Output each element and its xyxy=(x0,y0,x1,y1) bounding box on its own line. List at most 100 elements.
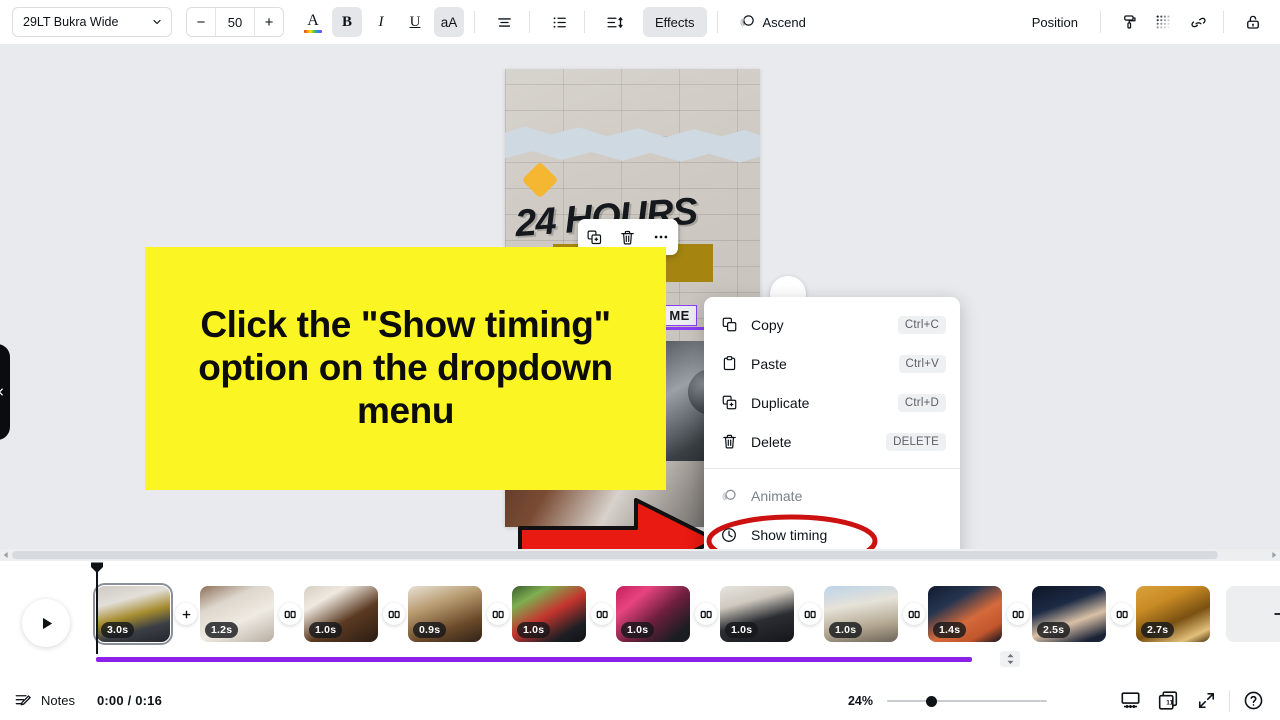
menu-shortcut-duplicate: Ctrl+D xyxy=(897,393,946,412)
transition-button[interactable] xyxy=(799,603,821,625)
transition-button[interactable] xyxy=(383,603,405,625)
timeline-clip[interactable]: 1.0s xyxy=(304,586,378,642)
notes-label: Notes xyxy=(41,693,75,708)
list-button[interactable] xyxy=(544,7,574,37)
font-size-decrease-button[interactable]: − xyxy=(187,8,215,36)
line-spacing-button[interactable] xyxy=(599,7,629,37)
menu-label-copy: Copy xyxy=(751,316,784,333)
effects-button[interactable]: Effects xyxy=(643,7,707,37)
toolbar-divider-1 xyxy=(474,11,475,33)
scroll-left-arrow[interactable] xyxy=(0,549,12,561)
present-icon xyxy=(1120,692,1140,709)
timeline-clip[interactable]: 1.4s xyxy=(928,586,1002,642)
font-family-value: 29LT Bukra Wide xyxy=(23,15,119,29)
timeline-progress-bar[interactable] xyxy=(96,657,972,662)
text-align-button[interactable] xyxy=(489,7,519,37)
letter-case-label: aA xyxy=(440,14,458,30)
transition-button[interactable] xyxy=(487,603,509,625)
menu-item-copy[interactable]: Copy Ctrl+C xyxy=(704,305,960,344)
canvas-horizontal-scrollbar[interactable] xyxy=(0,549,1280,561)
duplicate-element-button[interactable] xyxy=(584,226,606,248)
animate-button[interactable]: Ascend xyxy=(728,7,816,37)
paste-icon xyxy=(718,353,740,375)
font-family-select[interactable]: 29LT Bukra Wide xyxy=(12,7,172,37)
menu-item-duplicate[interactable]: Duplicate Ctrl+D xyxy=(704,383,960,422)
playhead-marker[interactable] xyxy=(90,561,104,574)
pages-button[interactable]: 11 xyxy=(1155,688,1181,714)
timeline-clip[interactable]: 0.9s xyxy=(408,586,482,642)
scrollbar-thumb[interactable] xyxy=(12,551,1218,559)
timeline-clip[interactable]: 2.5s xyxy=(1032,586,1106,642)
italic-button[interactable]: I xyxy=(366,7,396,37)
transition-button[interactable] xyxy=(1007,603,1029,625)
timeline-clip[interactable]: 2.7s xyxy=(1136,586,1210,642)
menu-label-delete: Delete xyxy=(751,433,792,450)
timeline-clip[interactable]: 3.0s xyxy=(93,583,173,645)
transparency-icon xyxy=(1156,15,1170,29)
underline-button[interactable]: U xyxy=(400,7,430,37)
zoom-slider-knob[interactable] xyxy=(926,695,937,707)
toolbar-divider-2 xyxy=(529,11,530,33)
letter-case-button[interactable]: aA xyxy=(434,7,464,37)
delete-element-button[interactable] xyxy=(617,226,639,248)
play-button[interactable] xyxy=(22,599,70,647)
menu-item-show-timing[interactable]: Show timing xyxy=(704,515,960,549)
present-button[interactable] xyxy=(1117,688,1143,714)
copy-style-button[interactable] xyxy=(1115,7,1145,37)
transition-icon xyxy=(1116,610,1128,618)
text-color-button[interactable]: A xyxy=(298,7,328,37)
chevron-left-icon xyxy=(0,388,3,396)
timeline-clip[interactable]: 1.0s xyxy=(720,586,794,642)
clip-duration: 0.9s xyxy=(413,622,447,638)
plus-icon xyxy=(182,610,190,618)
fullscreen-button[interactable] xyxy=(1193,688,1219,714)
transition-icon xyxy=(700,610,712,618)
transition-button[interactable] xyxy=(695,603,717,625)
add-page-button[interactable] xyxy=(1226,586,1280,642)
transparency-button[interactable] xyxy=(1149,7,1179,37)
lock-icon xyxy=(1247,15,1259,29)
collapse-sidebar-handle[interactable] xyxy=(0,344,10,440)
transition-button[interactable] xyxy=(279,603,301,625)
help-icon xyxy=(1244,691,1262,710)
align-center-icon xyxy=(497,17,511,27)
clip-duration: 1.0s xyxy=(829,622,863,638)
pages-icon: 11 xyxy=(1158,691,1178,710)
add-clip-between-button[interactable] xyxy=(175,603,197,625)
menu-item-delete[interactable]: Delete DELETE xyxy=(704,422,960,461)
position-button[interactable]: Position xyxy=(1020,7,1090,37)
timeline-clip[interactable]: 1.0s xyxy=(512,586,586,642)
animate-icon xyxy=(739,15,754,27)
menu-label-show-timing: Show timing xyxy=(751,526,828,543)
instruction-callout: Click the "Show timing" option on the dr… xyxy=(145,247,666,490)
more-options-button[interactable] xyxy=(650,226,672,248)
transition-button[interactable] xyxy=(903,603,925,625)
font-size-input[interactable]: 50 xyxy=(215,8,255,36)
timeline-resize-handle[interactable] xyxy=(1000,651,1020,667)
lock-button[interactable] xyxy=(1238,7,1268,37)
menu-item-paste[interactable]: Paste Ctrl+V xyxy=(704,344,960,383)
clip-duration: 1.0s xyxy=(621,622,655,638)
zoom-slider[interactable] xyxy=(887,694,1047,708)
transition-button[interactable] xyxy=(1111,603,1133,625)
link-button[interactable] xyxy=(1183,7,1213,37)
status-divider xyxy=(1229,689,1230,712)
scroll-right-arrow[interactable] xyxy=(1268,549,1280,561)
context-menu: Copy Ctrl+C Paste Ctrl+V Duplicate Ctrl+… xyxy=(704,297,960,549)
status-bar: Notes 0:00 / 0:16 24% 11 xyxy=(0,681,1280,720)
top-toolbar: 29LT Bukra Wide − 50 + A B I U aA Effect… xyxy=(0,0,1280,44)
red-arrow-annotation xyxy=(518,498,718,549)
font-size-increase-button[interactable]: + xyxy=(255,8,283,36)
bold-button[interactable]: B xyxy=(332,7,362,37)
timeline-clip[interactable]: 1.0s xyxy=(824,586,898,642)
canvas-area: 24 HOURS WITH ME xyxy=(0,44,1280,549)
text-color-letter: A xyxy=(307,11,319,29)
help-button[interactable] xyxy=(1240,688,1266,714)
transition-button[interactable] xyxy=(591,603,613,625)
menu-item-animate[interactable]: Animate xyxy=(704,476,960,515)
notes-button[interactable]: Notes xyxy=(14,691,75,710)
timeline-clip[interactable]: 1.2s xyxy=(200,586,274,642)
menu-shortcut-copy: Ctrl+C xyxy=(897,315,946,334)
scrollbar-track[interactable] xyxy=(12,549,1268,561)
timeline-clip[interactable]: 1.0s xyxy=(616,586,690,642)
